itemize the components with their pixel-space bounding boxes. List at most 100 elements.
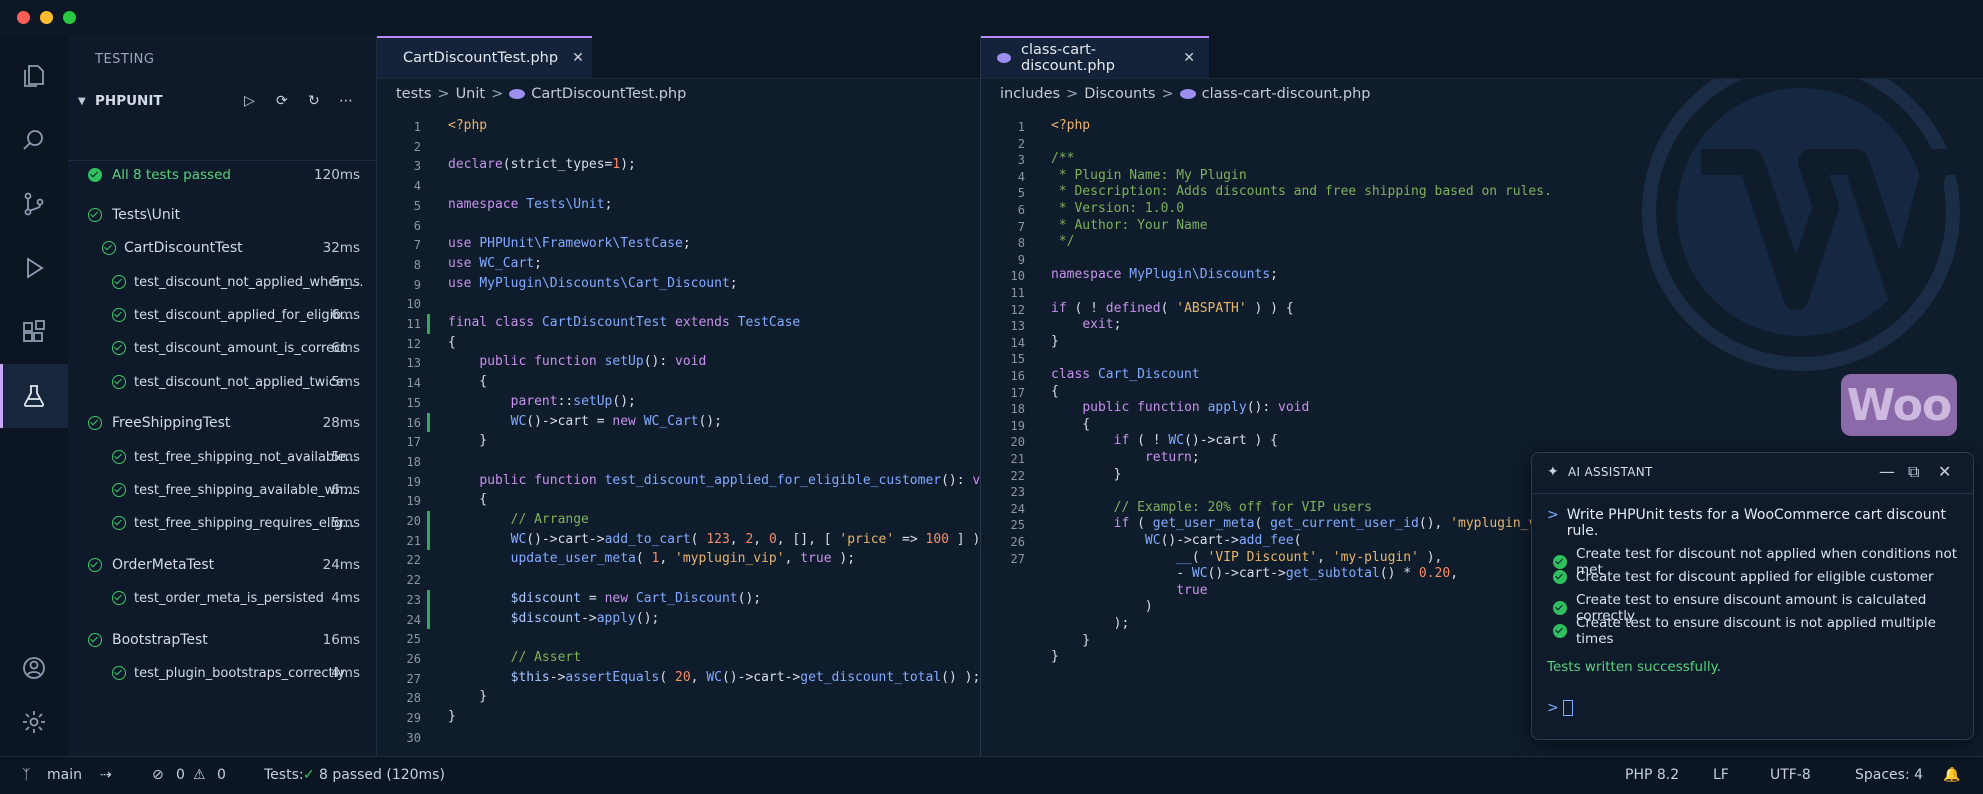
close-tab-icon[interactable]: ✕ [1183,50,1195,66]
indentation[interactable]: Spaces: 4 [1855,767,1923,783]
line-number: 23 [1010,485,1025,500]
code-line: * Author: Your Name [1051,217,1208,233]
settings-gear-icon[interactable] [0,690,68,754]
test-case-item[interactable]: test_plugin_bootstraps_correctly 4ms [68,658,376,688]
language-mode[interactable]: PHP 8.2 [1625,767,1679,783]
line-ending[interactable]: LF [1713,767,1729,783]
test-case-item[interactable]: test_discount_applied_for_eligib... 6ms [68,300,376,330]
test-case-item[interactable]: test_discount_amount_is_correct 6ms [68,333,376,363]
encoding[interactable]: UTF-8 [1770,767,1811,783]
search-icon[interactable] [0,108,68,172]
code-line: } [448,689,488,705]
error-count[interactable]: 0 [176,767,185,783]
line-number: 8 [1017,236,1025,251]
line-number: 26 [406,651,421,666]
branch-icon[interactable]: ᛉ [22,767,30,783]
sparkle-icon: ✦ [1547,464,1559,480]
line-number: 22 [1010,468,1025,483]
line-number: 2 [413,139,421,154]
close-icon[interactable]: ✕ [1938,462,1951,481]
close-tab-icon[interactable]: ✕ [572,50,584,66]
sync-icon[interactable]: ⇢ [100,767,112,783]
ai-input[interactable]: > [1547,700,1574,716]
notifications-bell-icon[interactable]: 🔔 [1943,767,1960,783]
line-number: 10 [1010,269,1025,284]
test-duration: 32ms [322,240,360,256]
test-case-item[interactable]: test_discount_not_applied_when_... 5ms [68,267,376,297]
error-icon[interactable]: ⊘ [152,767,164,783]
minimize-icon[interactable]: — [1879,462,1895,481]
line-number: 18 [1010,402,1025,417]
test-case-item[interactable]: test_free_shipping_available_wh... 6ms [68,475,376,505]
left-editor: CartDiscountTest.php ✕ tests > Unit > Cart… [377,36,1004,756]
chevron-down-icon[interactable]: ▼ [78,96,86,107]
code-line: <?php [1051,118,1091,133]
maximize-window-button[interactable] [63,11,76,24]
test-suite-item[interactable]: Tests\Unit [68,200,376,230]
testing-icon[interactable] [0,364,68,428]
code-line: ) [1051,599,1153,615]
code-line: { [448,374,488,390]
status-bar: ᛉ main ⇢ ⊘ 0 ⚠ 0 Tests: ✓ 8 passed (120m… [0,756,1983,794]
line-number: 12 [406,336,421,351]
expand-icon[interactable]: ⧉ [1908,462,1919,482]
line-number: 27 [1010,551,1025,566]
breadcrumb-item[interactable]: Unit [456,86,486,102]
breadcrumb-item[interactable]: Discounts [1084,86,1155,102]
line-number: 17 [406,435,421,450]
test-suite-item[interactable]: CartDiscountTest 32ms [68,233,376,263]
code-line: if ( ! defined( 'ABSPATH' ) ) { [1051,300,1294,316]
tab-cartdiscounttest[interactable]: CartDiscountTest.php ✕ [377,36,592,78]
tests-result[interactable]: 8 passed (120ms) [319,767,445,783]
explorer-icon[interactable] [0,44,68,108]
modified-line-marker [427,511,430,551]
phpunit-group-header[interactable]: ▼ PHPUNIT ▷ ⟳ ↻ ⋯ [68,86,376,116]
ai-header: ✦ AI ASSISTANT — ⧉ ✕ [1532,453,1973,494]
tab-class-cart-discount[interactable]: class-cart-discount.php ✕ [981,36,1209,78]
breadcrumb-item[interactable]: class-cart-discount.php [1202,86,1371,102]
code-line: // Assert [448,649,582,665]
refresh-tests-icon[interactable]: ↻ [308,93,320,109]
code-line: */ [1051,234,1075,250]
line-number: 11 [1010,286,1025,300]
breadcrumb-item[interactable]: includes [1000,86,1060,102]
test-suite-item[interactable]: OrderMetaTest 24ms [68,550,376,580]
breadcrumb-item[interactable]: CartDiscountTest.php [531,86,686,102]
run-debug-icon[interactable] [0,236,68,300]
line-number: 6 [413,218,421,233]
test-case-item[interactable]: test_discount_not_applied_twice 5ms [68,367,376,397]
test-case-item[interactable]: test_free_shipping_requires_elig... 5ms [68,508,376,538]
line-number: 8 [413,257,421,272]
code-line: __( 'VIP Discount', 'my-plugin' ), [1176,549,1443,565]
done-check-icon [1553,555,1567,569]
line-number: 29 [406,711,421,725]
warning-count[interactable]: 0 [217,767,226,783]
test-suite-item[interactable]: FreeShippingTest 28ms [68,408,376,438]
code-line: } [1051,632,1091,648]
line-number: 3 [413,159,421,174]
branch-name[interactable]: main [47,767,82,783]
line-number: 25 [406,632,421,647]
test-case-item[interactable]: test_free_shipping_not_available... 5ms [68,442,376,472]
close-window-button[interactable] [17,11,30,24]
minimize-window-button[interactable] [40,11,53,24]
code-line: final class CartDiscountTest extends Tes… [448,315,801,330]
line-number: 21 [1010,452,1025,466]
source-control-icon[interactable] [0,172,68,236]
woo-logo: Woo [1841,374,1957,436]
run-tests-icon[interactable]: ▷ [244,93,255,109]
test-case-item[interactable]: test_order_meta_is_persisted 4ms [68,583,376,613]
breadcrumb-item[interactable]: tests [396,86,431,102]
passed-check-icon [88,558,102,572]
code-line: $this->assertEquals( 20, WC()->cart->get… [510,669,981,685]
rerun-tests-icon[interactable]: ⟳ [276,93,288,109]
warning-icon[interactable]: ⚠ [193,767,206,783]
code-line: WC()->cart->add_fee( [1144,533,1302,548]
test-duration: 6ms [331,482,360,498]
test-suite-item[interactable]: BootstrapTest 16ms [68,625,376,655]
line-number: 13 [1010,319,1025,334]
line-number: 3 [1017,153,1025,168]
more-actions-icon[interactable]: ⋯ [339,93,353,109]
extensions-icon[interactable] [0,300,68,364]
test-duration: 6ms [331,307,360,323]
